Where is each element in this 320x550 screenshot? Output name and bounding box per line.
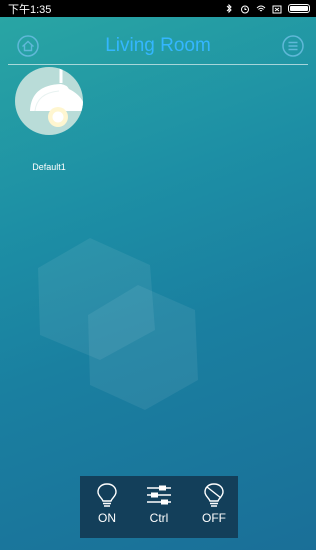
wifi-icon <box>256 5 266 11</box>
on-button[interactable]: ON <box>87 482 127 534</box>
pendant-lamp-icon <box>30 67 83 127</box>
battery-icon <box>288 4 310 13</box>
status-bar: 下午1:35 <box>0 0 316 17</box>
sliders-icon <box>147 485 171 505</box>
control-bar: ON Ctrl OFF <box>80 476 238 538</box>
bulb-off-icon <box>204 483 224 507</box>
on-label: ON <box>98 511 116 525</box>
status-time: 下午1:35 <box>8 3 52 16</box>
bulb-icon <box>97 483 117 507</box>
header: Living Room <box>0 17 316 63</box>
device-label: Default1 <box>32 162 66 172</box>
bluetooth-icon <box>226 3 232 13</box>
screen: 下午1:35 Living Room Default1 ON Ctrl OFF <box>0 0 316 550</box>
header-divider <box>8 64 308 65</box>
page-title: Living Room <box>105 35 211 56</box>
ctrl-label: Ctrl <box>149 511 169 525</box>
off-button[interactable]: OFF <box>194 482 234 534</box>
device-tile[interactable]: Default1 <box>15 67 83 175</box>
hexagon-background <box>38 238 198 410</box>
alarm-icon <box>241 5 249 13</box>
sim-icon <box>272 5 282 13</box>
device-circle <box>15 67 83 135</box>
ctrl-button[interactable]: Ctrl <box>139 482 179 534</box>
menu-icon[interactable] <box>282 35 304 57</box>
off-label: OFF <box>202 511 226 525</box>
status-icons <box>224 3 310 14</box>
